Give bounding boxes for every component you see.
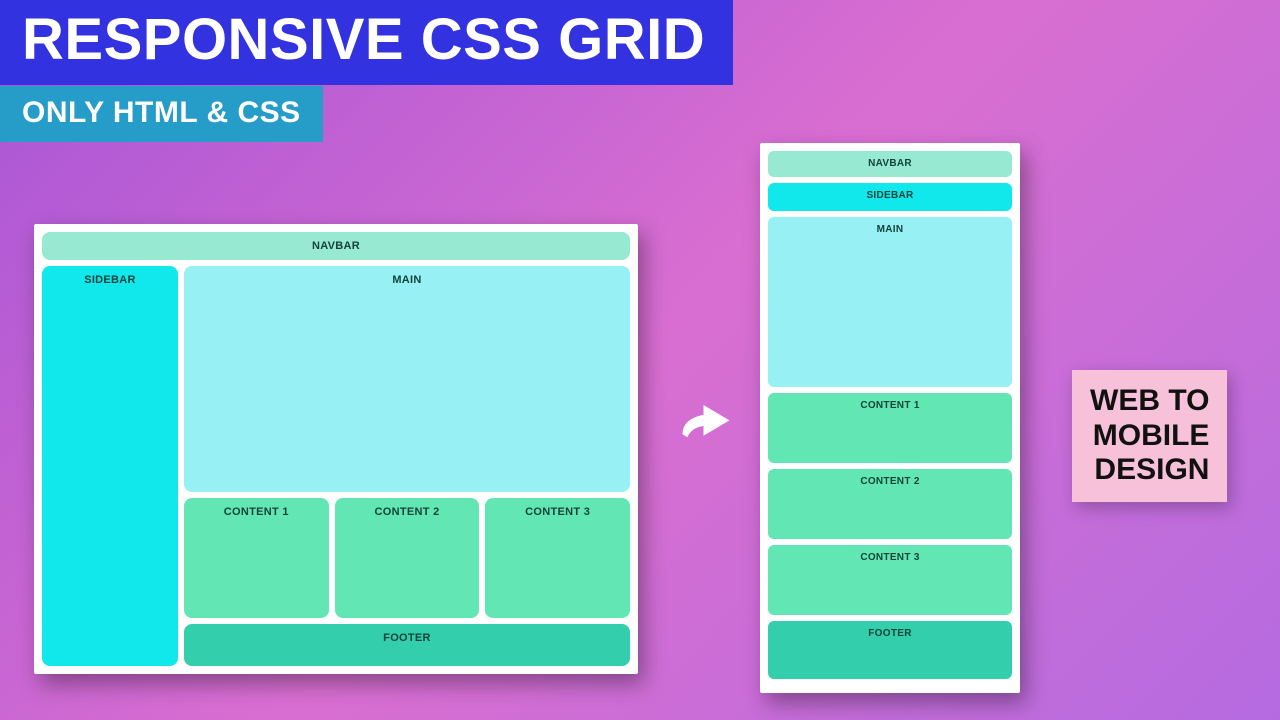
- mobile-sidebar-region: SIDEBAR: [768, 183, 1012, 211]
- desktop-navbar-region: NAVBAR: [42, 232, 630, 260]
- arrow-right-icon: [672, 384, 742, 454]
- desktop-main-region: MAIN: [184, 266, 630, 492]
- mobile-layout-card: NAVBAR SIDEBAR MAIN CONTENT 1 CONTENT 2 …: [760, 143, 1020, 693]
- mobile-content3-region: CONTENT 3: [768, 545, 1012, 615]
- desktop-sidebar-region: SIDEBAR: [42, 266, 178, 666]
- badge-line-3: DESIGN: [1090, 453, 1209, 488]
- desktop-content1-region: CONTENT 1: [184, 498, 329, 618]
- web-to-mobile-badge: WEB TO MOBILE DESIGN: [1072, 370, 1227, 502]
- mobile-footer-region: FOOTER: [768, 621, 1012, 679]
- mobile-main-region: MAIN: [768, 217, 1012, 387]
- desktop-layout-card: NAVBAR SIDEBAR MAIN CONTENT 1 CONTENT 2 …: [34, 224, 638, 674]
- mobile-navbar-region: NAVBAR: [768, 151, 1012, 177]
- mobile-content2-region: CONTENT 2: [768, 469, 1012, 539]
- subtitle-banner: ONLY HTML & CSS: [0, 86, 323, 142]
- title-banner: RESPONSIVE CSS GRID: [0, 0, 733, 85]
- desktop-content3-region: CONTENT 3: [485, 498, 630, 618]
- desktop-footer-region: FOOTER: [184, 624, 630, 666]
- desktop-content2-region: CONTENT 2: [335, 498, 480, 618]
- badge-line-1: WEB TO: [1090, 384, 1209, 419]
- mobile-content1-region: CONTENT 1: [768, 393, 1012, 463]
- badge-line-2: MOBILE: [1090, 419, 1209, 454]
